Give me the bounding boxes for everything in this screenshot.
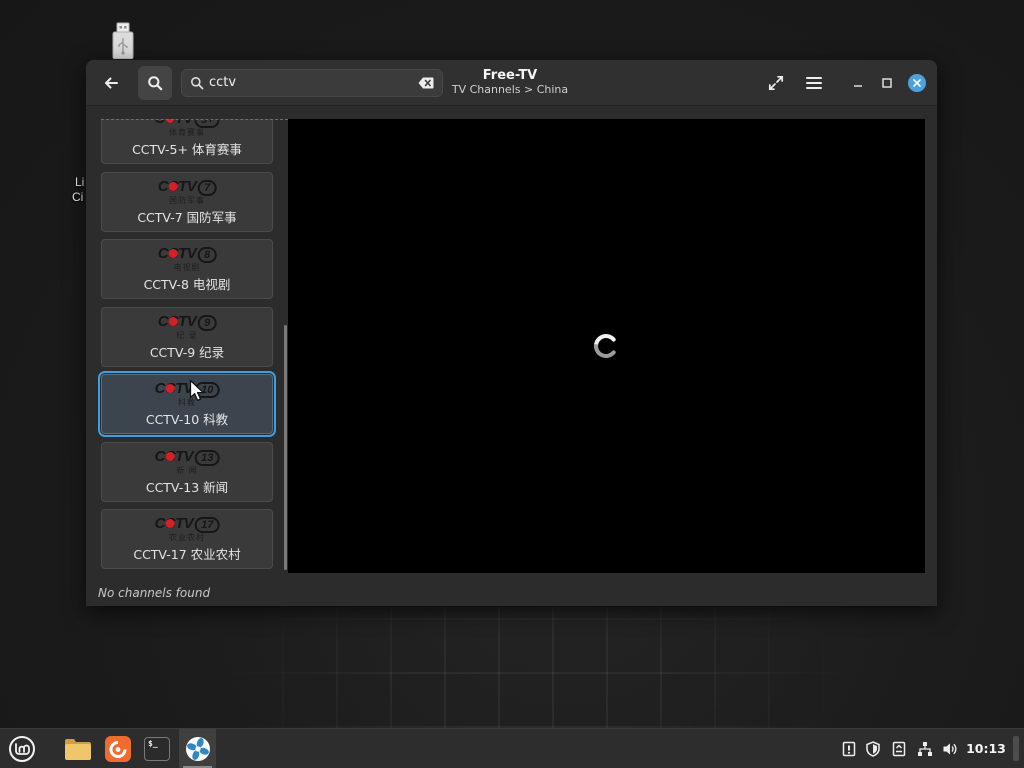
- channel-card[interactable]: CCTV9纪 录 CCTV-9 纪录: [101, 306, 273, 367]
- channel-label: CCTV-5+ 体育赛事: [132, 142, 242, 157]
- channel-logo-number: 17: [195, 517, 220, 533]
- free-tv-window: Free-TV TV Channels > China: [86, 60, 937, 606]
- main-menu-button[interactable]: [797, 66, 831, 100]
- network-button[interactable]: [915, 739, 935, 759]
- search-icon: [148, 76, 163, 91]
- channel-label: CCTV-10 科教: [145, 412, 229, 427]
- update-manager-button[interactable]: [863, 739, 883, 759]
- taskbar-free-tv-button[interactable]: [179, 729, 216, 768]
- channel-logo-caption: 电视剧: [173, 263, 201, 272]
- network-icon: [918, 742, 932, 756]
- back-button[interactable]: [94, 66, 128, 100]
- volume-icon: [943, 743, 957, 755]
- system-report-button[interactable]: [839, 739, 859, 759]
- start-menu-button[interactable]: [3, 729, 41, 768]
- maximize-icon: [882, 78, 892, 88]
- channel-logo-caption: 新 闻: [176, 465, 198, 475]
- channel-label: CCTV-13 新闻: [145, 479, 229, 495]
- clock[interactable]: 10:13: [962, 729, 1010, 768]
- channel-logo-number: 13: [195, 449, 220, 466]
- show-desktop-icon[interactable]: [1013, 736, 1019, 761]
- search-input[interactable]: [209, 70, 409, 96]
- loading-spinner-icon: [594, 334, 616, 358]
- channel-logo: CCTV7国防军事: [158, 178, 217, 205]
- channel-card[interactable]: CCTV17农业农村 CCTV-17 农业农村: [101, 509, 273, 569]
- search-field[interactable]: [181, 69, 443, 97]
- terminal-glyph: $_: [148, 738, 158, 748]
- breadcrumb: TV Channels > China: [451, 83, 569, 96]
- list-scrollbar[interactable]: [284, 325, 287, 570]
- channel-logo-red-ball: [168, 316, 178, 326]
- channel-card[interactable]: CCTV8电视剧 CCTV-8 电视剧: [101, 239, 273, 299]
- free-tv-app-icon: [185, 736, 210, 761]
- hamburger-menu-icon: [806, 77, 822, 89]
- video-player[interactable]: [288, 119, 925, 573]
- channel-logo-caption: 体育赛事: [168, 128, 205, 137]
- taskbar-files-button[interactable]: [59, 729, 97, 768]
- channel-logo-red-ball: [165, 519, 175, 528]
- channel-logo: CCTV8电视剧: [158, 246, 217, 272]
- channel-logo-red-ball: [165, 451, 175, 461]
- volume-button[interactable]: [940, 739, 960, 759]
- window-title-block: Free-TV TV Channels > China: [410, 68, 610, 97]
- status-text: No channels found: [98, 586, 211, 600]
- usb-drive-icon[interactable]: [110, 22, 136, 60]
- channel-logo-number: 7: [198, 179, 217, 196]
- channel-logo-red-ball: [165, 384, 175, 393]
- status-applet-button[interactable]: [889, 739, 909, 759]
- channel-logo: CCTV13新 闻: [155, 448, 220, 475]
- channel-label: CCTV-8 电视剧: [143, 277, 231, 292]
- header-bar: Free-TV TV Channels > China: [86, 60, 937, 106]
- folder-icon: [65, 738, 91, 760]
- close-button[interactable]: [908, 74, 926, 92]
- channel-logo-caption: 农业农村: [169, 533, 205, 542]
- channel-label: CCTV-9 纪录: [149, 344, 225, 360]
- terminal-icon: $_: [144, 736, 170, 761]
- channel-logo: CCTV5+体育赛事: [155, 119, 220, 137]
- window-title: Free-TV: [482, 68, 538, 83]
- desktop-icon-label[interactable]: Ci: [72, 190, 83, 204]
- channel-logo-caption: 国防军事: [169, 195, 205, 205]
- channel-logo-red-ball: [168, 249, 178, 258]
- channel-logo-number: 5+: [194, 119, 220, 128]
- linux-mint-menu-icon: [9, 735, 35, 762]
- back-arrow-icon: [105, 77, 118, 89]
- fullscreen-button[interactable]: [759, 66, 793, 100]
- system-report-icon: [842, 741, 856, 757]
- channel-logo: CCTV17农业农村: [155, 516, 220, 542]
- status-icon: [892, 741, 906, 757]
- desktop-icon-label[interactable]: Li: [75, 175, 84, 189]
- channel-logo-red-ball: [168, 181, 178, 191]
- mouse-cursor-icon: [189, 379, 204, 402]
- search-toggle-button[interactable]: [138, 66, 172, 100]
- shield-icon: [866, 741, 880, 757]
- channel-label: CCTV-17 农业农村: [133, 547, 241, 562]
- taskbar-browser-button[interactable]: [99, 729, 137, 768]
- channel-logo-caption: 纪 录: [176, 330, 198, 340]
- taskbar-terminal-button[interactable]: $_: [138, 729, 176, 768]
- channel-logo-number: 8: [198, 247, 217, 263]
- channel-card[interactable]: CCTV5+体育赛事 CCTV-5+ 体育赛事: [101, 119, 273, 164]
- channel-label: CCTV-7 国防军事: [137, 209, 237, 225]
- channel-logo: CCTV10科教: [155, 381, 220, 407]
- minimize-button[interactable]: [848, 73, 868, 93]
- channel-card[interactable]: CCTV7国防军事 CCTV-7 国防军事: [101, 171, 273, 232]
- channel-logo: CCTV9纪 录: [158, 313, 217, 340]
- channel-logo-number: 9: [198, 314, 217, 331]
- taskbar: $_ 10:13: [0, 728, 1024, 768]
- channel-card[interactable]: CCTV13新 闻 CCTV-13 新闻: [101, 441, 273, 502]
- list-top-edge: [101, 119, 288, 120]
- fullscreen-icon: [768, 75, 784, 91]
- search-icon: [191, 77, 204, 90]
- maximize-button[interactable]: [877, 73, 897, 93]
- firefox-icon: [105, 735, 131, 762]
- channel-list[interactable]: CCTV5+体育赛事 CCTV-5+ 体育赛事 CCTV7国防军事 CCTV-7 国防…: [86, 119, 288, 573]
- channel-card[interactable]: CCTV10科教 CCTV-10 科教: [98, 371, 276, 437]
- minimize-icon: [854, 85, 862, 87]
- close-icon: [913, 79, 921, 87]
